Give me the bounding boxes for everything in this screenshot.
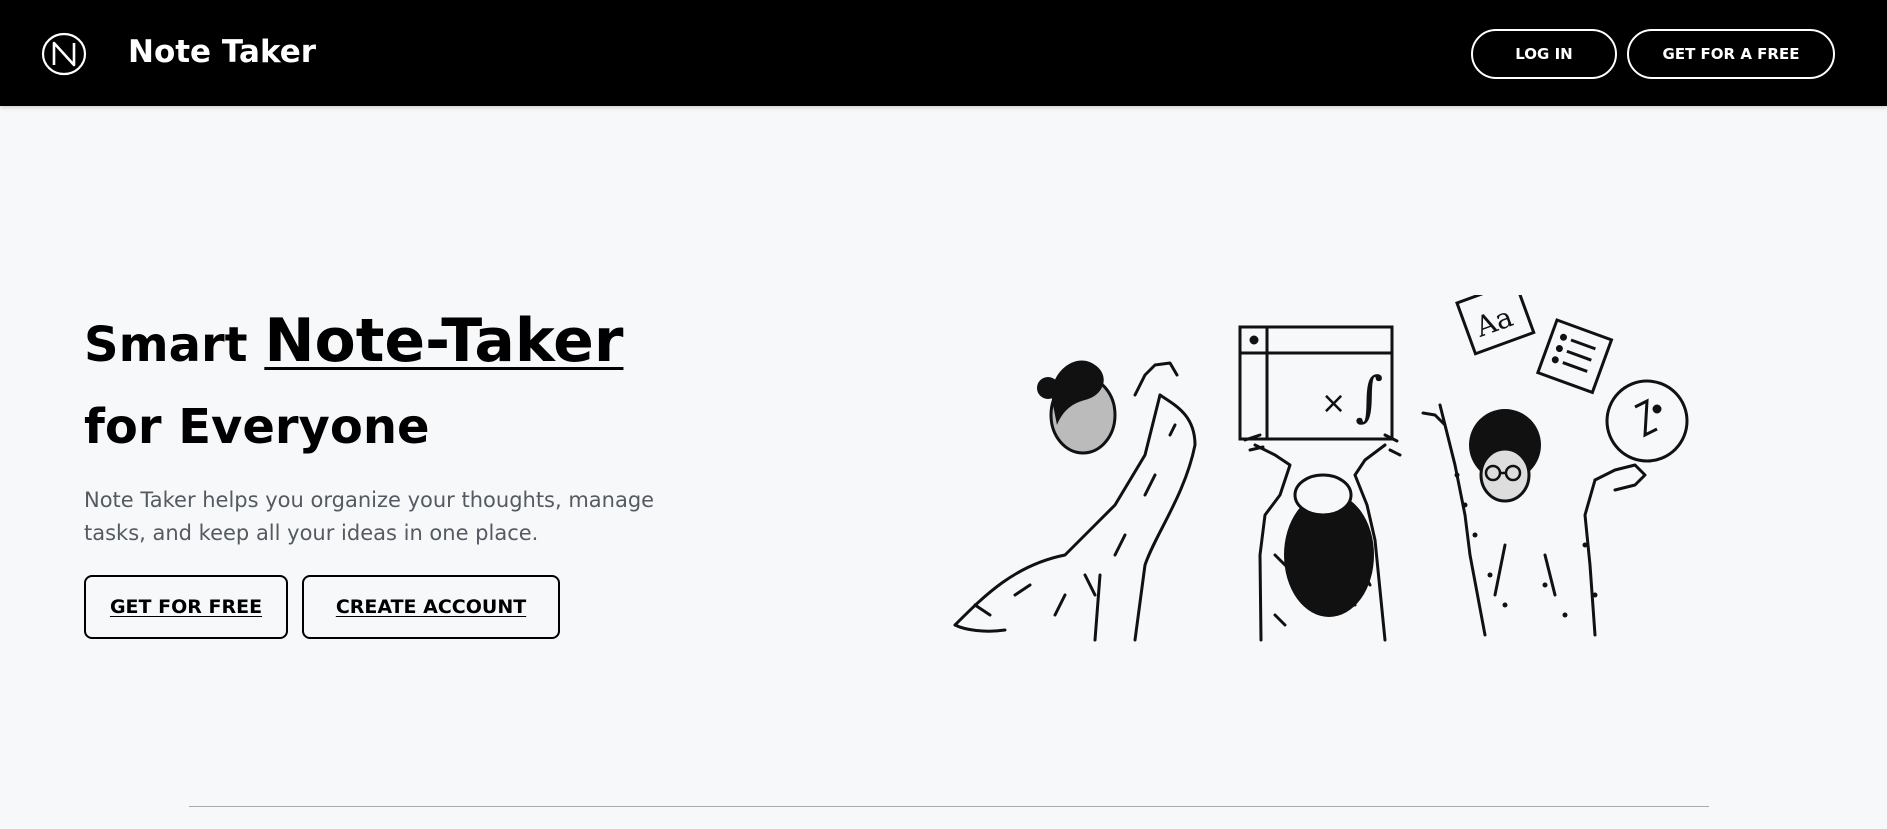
person-middle-face xyxy=(1293,473,1353,517)
get-for-free-nav-button[interactable]: GET FOR A FREE xyxy=(1627,29,1835,79)
section-divider xyxy=(189,806,1709,807)
create-account-button[interactable]: CREATE ACCOUNT xyxy=(302,575,560,639)
face-circle-icon xyxy=(1605,379,1689,463)
get-for-free-button[interactable]: GET FOR FREE xyxy=(84,575,288,639)
person-left-head xyxy=(1037,360,1117,455)
person-right-dots xyxy=(1454,472,1598,618)
note-taker-logo-icon[interactable] xyxy=(41,32,87,76)
list-card-icon xyxy=(1535,318,1614,395)
top-navbar: Note Taker LOG IN GET FOR A FREE xyxy=(0,0,1887,106)
hero-title-prefix: Smart xyxy=(84,317,248,373)
board-integral-symbol: ∫ xyxy=(1355,365,1383,428)
hero-title-line2: for Everyone xyxy=(84,399,430,455)
hero-title: Smart Note-Taker for Everyone xyxy=(84,300,623,468)
font-card-icon: Aa xyxy=(1455,295,1536,356)
font-card-letters: Aa xyxy=(1470,300,1517,344)
hero-title-line1: Smart Note-Taker xyxy=(84,300,623,386)
board-times-symbol: × xyxy=(1321,386,1346,421)
hero-title-highlight: Note-Taker xyxy=(264,306,624,376)
login-button[interactable]: LOG IN xyxy=(1471,29,1617,79)
hero-illustration: × ∫ Aa xyxy=(953,295,1689,642)
hero-description: Note Taker helps you organize your thoug… xyxy=(84,488,655,545)
brand-name[interactable]: Note Taker xyxy=(128,34,316,70)
